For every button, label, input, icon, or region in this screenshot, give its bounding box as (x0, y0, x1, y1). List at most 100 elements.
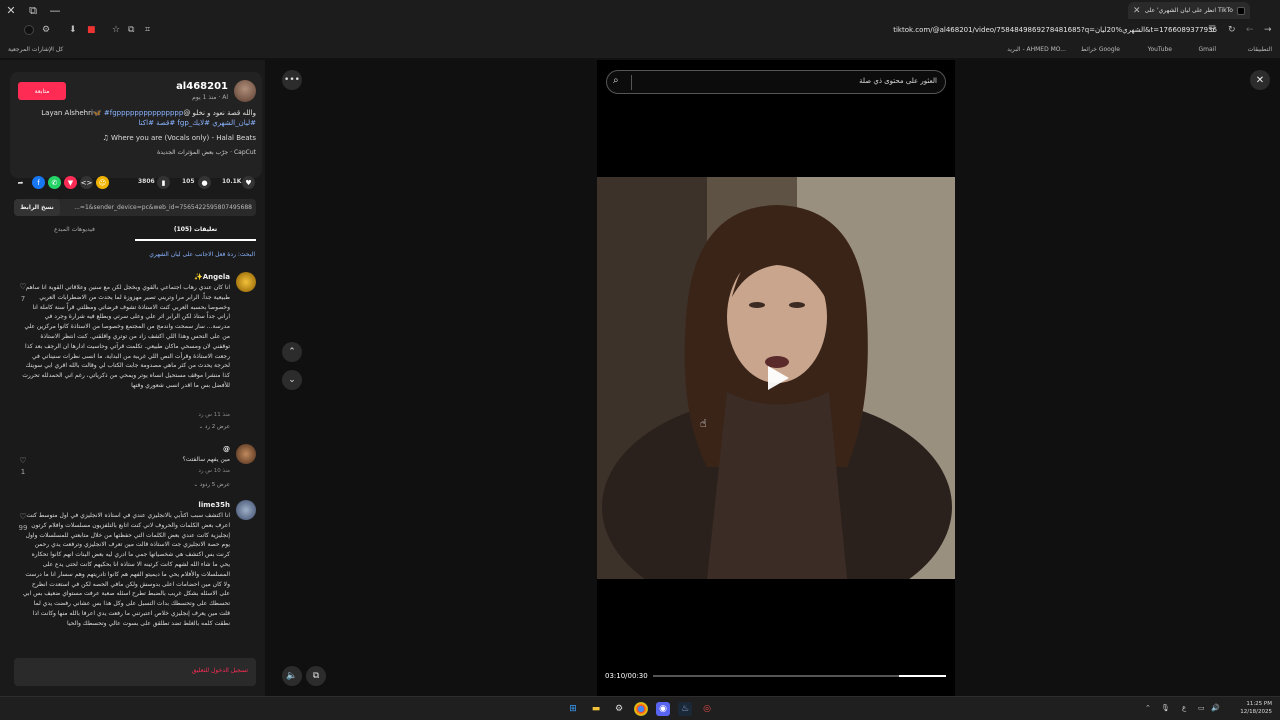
emoji-icon[interactable]: ☺ (96, 176, 109, 189)
mic-icon[interactable]: 🎙 (1161, 704, 1170, 712)
share-arrow-icon[interactable]: ➦ (14, 176, 27, 189)
comment-like-count: 1 (20, 468, 26, 476)
comment-meta[interactable]: منذ 10 س رد (198, 468, 230, 474)
download-icon[interactable]: ⬇ (69, 25, 77, 35)
tab-title: انظر على ليان الشهري' على TikTok (1144, 7, 1233, 14)
capcut-link[interactable]: CapCut · جرّب بعض المؤثرات الجديدة (157, 149, 256, 156)
steam-icon[interactable]: ♨ (678, 702, 692, 716)
facebook-icon[interactable]: f (32, 176, 45, 189)
comment-like-count: 99 (18, 524, 28, 532)
bookmark-apps[interactable]: التطبيقات (1248, 46, 1272, 53)
avatar[interactable] (236, 444, 256, 464)
embed-icon[interactable]: <> (80, 176, 93, 189)
search-icon[interactable]: ⌕ (613, 75, 619, 86)
related-search-bar[interactable]: ⌕ العثور على محتوى ذي صلة (606, 70, 946, 94)
save-icon[interactable]: ▮ (157, 176, 170, 189)
forward-icon[interactable]: ← (1246, 25, 1254, 35)
bookmark-gmail[interactable]: Gmail (1198, 46, 1216, 53)
bookmark-star-icon[interactable]: ☆ (112, 25, 120, 35)
settings-icon[interactable]: ⚙ (612, 702, 626, 716)
bookmarks-bar: كل الإشارات المرجعية التطبيقات Gmail You… (0, 42, 1280, 58)
bookmark-mail[interactable]: البريد - AHMED MO... (1007, 46, 1066, 53)
heart-icon[interactable]: ♥ (242, 176, 255, 189)
comment-login-box[interactable]: تسجيل الدخول للتعليق (14, 658, 256, 686)
mouse-cursor-icon: ☝ (700, 417, 707, 430)
active-tab-indicator (135, 239, 256, 241)
comment-author[interactable]: @ (223, 445, 230, 453)
follow-button[interactable]: متابعة (18, 82, 66, 100)
close-window-icon[interactable]: ✕ (0, 0, 22, 21)
comment-icon[interactable]: ● (198, 176, 211, 189)
comment-author[interactable]: Angela✨ (194, 273, 230, 281)
address-bar[interactable]: tiktok.com/@al468201/video/7584849869278… (893, 26, 1217, 34)
share-link-bar: نسخ الرابط ...=1&sender_device=pc&web_id… (14, 199, 256, 216)
system-clock[interactable]: 11:25 PM 12/18/2025 (1240, 700, 1272, 716)
username[interactable]: al468201 (176, 81, 228, 92)
profile-icon[interactable] (24, 25, 34, 35)
back-icon[interactable]: → (1264, 25, 1272, 35)
copy-link-button[interactable]: نسخ الرابط (14, 199, 60, 216)
app-icon[interactable]: ◎ (700, 702, 714, 716)
view-replies-link[interactable]: عرض 5 ردود ⌄ (193, 482, 230, 488)
picture-in-picture-icon[interactable]: ⧉ (306, 666, 326, 686)
heart-outline-icon[interactable]: ♡ (16, 512, 30, 521)
post-meta: Al · منذ 1 يوم (192, 94, 228, 101)
comment-item: lime35h انا اكتشف سبب اكتآبي بالانجليزي … (14, 500, 256, 650)
share-link-text[interactable]: ...=1&sender_device=pc&web_id=7565422595… (74, 204, 252, 211)
tray-chevron-icon[interactable]: ⌃ (1145, 704, 1151, 712)
browser-tab[interactable]: ✕ انظر على ليان الشهري' على TikTok (1128, 2, 1250, 19)
reload-icon[interactable]: ↻ (1228, 25, 1236, 35)
comment-meta[interactable]: منذ 11 س رد (198, 412, 230, 418)
more-options-icon[interactable]: ••• (282, 70, 302, 90)
file-explorer-icon[interactable]: ▬ (589, 702, 603, 716)
next-video-icon[interactable]: ⌄ (282, 370, 302, 390)
heart-outline-icon[interactable]: ♡ (16, 282, 30, 291)
comment-author[interactable]: lime35h (198, 501, 230, 509)
login-to-comment-link[interactable]: تسجيل الدخول للتعليق (192, 667, 248, 674)
likes-count: 10.1K (222, 178, 242, 185)
all-bookmarks-link[interactable]: كل الإشارات المرجعية (8, 46, 63, 53)
title-bar: ✕ ⧉ — + ✕ انظر على ليان الشهري' على TikT… (0, 0, 1280, 21)
heart-outline-icon[interactable]: ♡ (16, 456, 30, 465)
tiktok-share-icon[interactable]: ▼ (64, 176, 77, 189)
clock-date: 12/18/2025 (1240, 709, 1272, 715)
avatar[interactable] (236, 500, 256, 520)
tab-comments[interactable]: (105) تعليقات (135, 226, 256, 233)
video-progress-bar[interactable] (653, 675, 946, 677)
chrome-icon[interactable] (634, 702, 648, 716)
avatar[interactable] (234, 80, 256, 102)
share-icon[interactable]: ⧉ (128, 25, 134, 35)
video-timecode: 03:10/00:30 (605, 672, 648, 680)
comments-count: 105 (182, 178, 195, 185)
extensions-icon[interactable]: ⚙ (42, 25, 50, 35)
badge-icon[interactable]: ■ (87, 25, 96, 35)
comment-item: Angela✨ انا كان عندي رهاب اجتماعي بالقوي… (14, 272, 256, 442)
related-search-input[interactable]: العثور على محتوى ذي صلة (859, 77, 937, 85)
whatsapp-icon[interactable]: ✆ (48, 176, 61, 189)
view-replies-link[interactable]: عرض 2 رد ⌄ (199, 424, 230, 430)
tab-creator-videos[interactable]: فيديوهات المبدع (14, 226, 135, 233)
language-indicator[interactable]: ع (1182, 704, 1186, 712)
video-progress-fill (899, 675, 946, 677)
site-settings-icon[interactable]: ☰ (1208, 25, 1216, 35)
previous-video-icon[interactable]: ⌃ (282, 342, 302, 362)
install-icon[interactable]: ⌗ (145, 25, 150, 35)
close-tab-icon[interactable]: ✕ (1133, 6, 1141, 16)
music-link[interactable]: ♫ Where you are (Vocals only) - Halal Be… (102, 134, 256, 142)
network-icon[interactable]: ▭ (1198, 704, 1205, 712)
restore-window-icon[interactable]: ⧉ (22, 0, 44, 21)
close-icon[interactable]: ✕ (1250, 70, 1270, 90)
saves-count: 3806 (138, 178, 155, 185)
volume-icon[interactable]: 🔈 (282, 666, 302, 686)
bookmark-youtube[interactable]: YouTube (1148, 46, 1172, 53)
avatar[interactable] (236, 272, 256, 292)
creator-card: al468201 Al · منذ 1 يوم متابعة والله قصة… (10, 72, 262, 178)
speaker-icon[interactable]: 🔊 (1211, 704, 1220, 712)
search-suggestion[interactable]: البحث: ردة فعل الاجانب على ليان الشهري (149, 251, 255, 258)
bookmark-maps[interactable]: خرائط Google (1081, 46, 1120, 53)
play-icon[interactable] (762, 363, 792, 393)
start-icon[interactable]: ⊞ (566, 702, 580, 716)
minimize-window-icon[interactable]: — (44, 0, 66, 21)
comment-text: مين يفهم سالفتت؟ (182, 456, 230, 463)
discord-icon[interactable]: ◉ (656, 702, 670, 716)
